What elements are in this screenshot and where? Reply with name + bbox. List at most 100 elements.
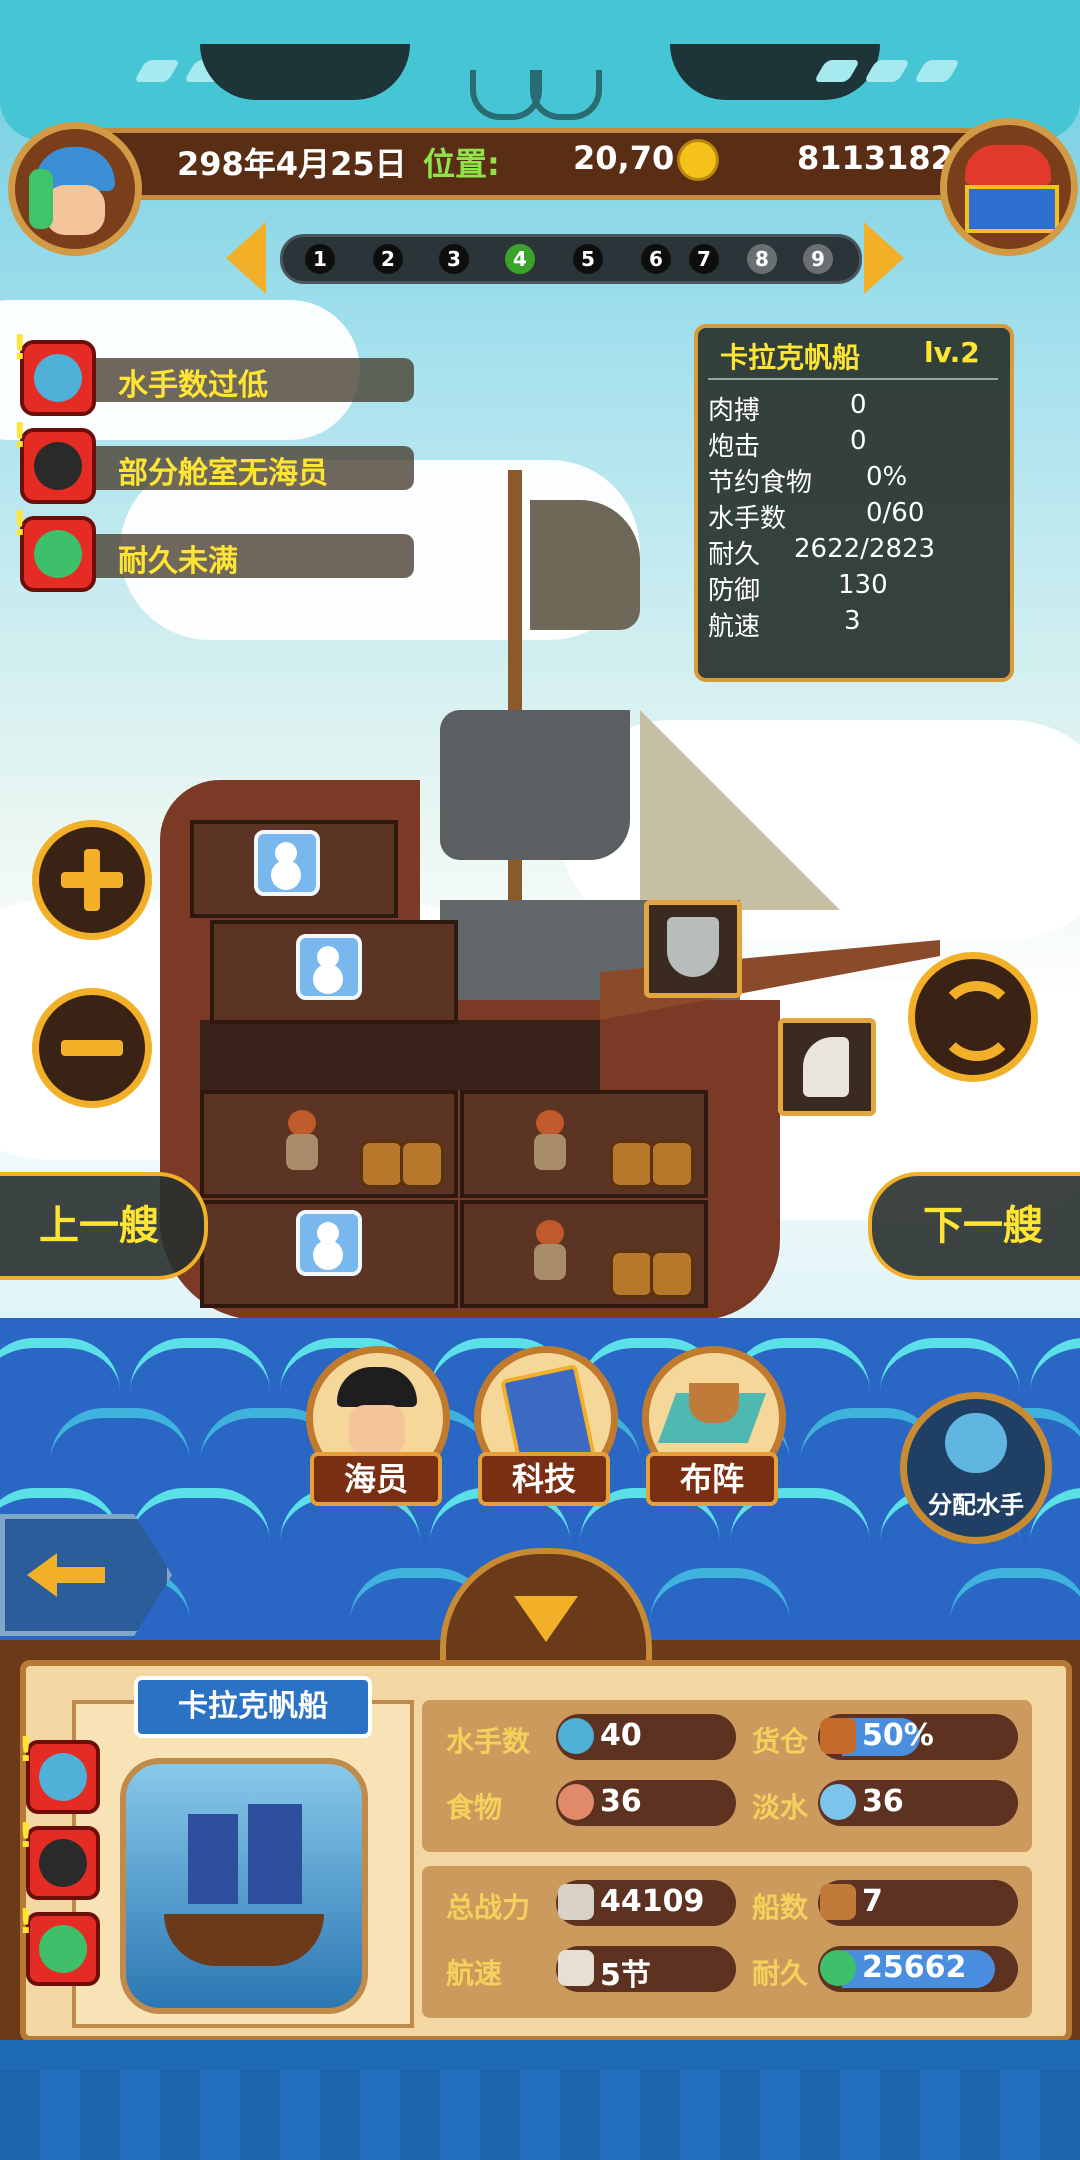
next-ship-button[interactable]: 下一艘 <box>868 1172 1080 1280</box>
power-value: 44109 <box>600 1884 705 1919</box>
sail <box>640 710 840 910</box>
exclamation-icon: ! <box>12 416 28 456</box>
exclamation-icon: ! <box>18 1902 34 1942</box>
speed-label: 航速 <box>446 1957 503 1990</box>
prev-ship-button[interactable]: 上一艘 <box>0 1172 208 1280</box>
status-bar: 298年4月25日 位置: 20,70 8113182 <box>60 128 1000 200</box>
pirate-captain-icon <box>39 1839 87 1887</box>
formation-menu-label[interactable]: 布阵 <box>646 1452 778 1506</box>
zoom-out-button[interactable] <box>32 988 152 1108</box>
ship-portrait <box>120 1758 368 2014</box>
zoom-in-button[interactable] <box>32 820 152 940</box>
pirate-hat-icon <box>337 1367 417 1407</box>
empty-crew-slot-icon[interactable] <box>296 1210 362 1276</box>
figurehead-upgrade-button[interactable] <box>778 1018 876 1116</box>
info-label: 炮击 <box>708 432 761 462</box>
durability-label: 耐久 <box>752 1957 809 1990</box>
fleet-panel-inner: 卡拉克帆船 水手数 40 货仓 50% 食物 36 淡水 36 总战力 4410… <box>20 1660 1072 2042</box>
crossed-swords-icon <box>558 1884 594 1920</box>
info-value: 0 <box>850 426 867 456</box>
sail <box>440 710 630 860</box>
speed-value: 5节 <box>600 1958 651 1993</box>
sailor-icon <box>39 1753 87 1801</box>
position-value: 20,70 <box>573 139 675 177</box>
sail <box>530 500 640 630</box>
ship-info-level: lv.2 <box>924 336 980 369</box>
prev-page-arrow[interactable] <box>226 222 266 294</box>
page-dot-1[interactable]: 1 <box>305 244 335 274</box>
minus-icon <box>61 1040 123 1056</box>
ships-value: 7 <box>862 1884 883 1919</box>
crew-member[interactable] <box>282 1110 322 1174</box>
ship-repair-icon <box>820 1950 856 1986</box>
side-warning-durability[interactable]: ! <box>18 1902 100 1986</box>
crew-member[interactable] <box>530 1110 570 1174</box>
exclamation-icon: ! <box>18 1730 34 1770</box>
shield-upgrade-button[interactable] <box>644 900 742 998</box>
plus-icon <box>84 849 100 911</box>
gold-coin-icon <box>677 139 719 181</box>
page-dot-9[interactable]: 9 <box>803 244 833 274</box>
sailor-icon <box>558 1718 594 1754</box>
side-warning-cabins[interactable]: ! <box>18 1816 100 1900</box>
durability-value: 25662 <box>862 1950 967 1985</box>
exclamation-icon: ! <box>18 1816 34 1856</box>
info-label: 肉搏 <box>708 396 761 426</box>
page-dot-6[interactable]: 6 <box>641 244 671 274</box>
rotate-button[interactable] <box>908 952 1038 1082</box>
water-value: 36 <box>862 1784 904 1819</box>
side-warning-sailors[interactable]: ! <box>18 1730 100 1814</box>
sailor-icon <box>945 1413 1007 1473</box>
page-dot-8[interactable]: 8 <box>747 244 777 274</box>
crew-menu-label[interactable]: 海员 <box>310 1452 442 1506</box>
back-arrow-icon <box>27 1553 57 1597</box>
water-label: 淡水 <box>752 1791 809 1824</box>
ship-icon <box>689 1383 739 1423</box>
next-page-arrow[interactable] <box>864 222 904 294</box>
page-dot-5[interactable]: 5 <box>573 244 603 274</box>
unicorn-icon <box>803 1037 849 1097</box>
page-dot-7[interactable]: 7 <box>689 244 719 274</box>
top-banner <box>0 0 1080 140</box>
warning-low-sailors[interactable]: 水手数过低 ! <box>12 328 414 418</box>
assign-sailors-button[interactable]: 分配水手 <box>900 1392 1052 1544</box>
sailor-icon <box>34 354 82 402</box>
cargo-label: 货仓 <box>752 1725 809 1758</box>
chevron-down-icon <box>514 1596 578 1642</box>
food-label: 食物 <box>446 1791 503 1824</box>
power-label: 总战力 <box>446 1891 531 1924</box>
crate-icon <box>820 1718 856 1754</box>
bottom-sea <box>0 2040 1080 2160</box>
fleet-stats: 总战力 44109 船数 7 航速 5节 耐久 25662 <box>422 1866 1032 2018</box>
treasure-chest-icon <box>965 145 1051 185</box>
sailors-value: 40 <box>600 1718 642 1753</box>
crew-member[interactable] <box>530 1220 570 1284</box>
page-dot-2[interactable]: 2 <box>373 244 403 274</box>
empty-crew-slot-icon[interactable] <box>296 934 362 1000</box>
assign-sailors-label: 分配水手 <box>928 1491 1024 1519</box>
ship-info-name: 卡拉克帆船 <box>720 341 861 374</box>
page-selector: 1 2 3 4 5 6 7 8 9 <box>280 234 862 284</box>
exclamation-icon: ! <box>12 328 28 368</box>
warning-text: 水手数过低 <box>118 368 268 403</box>
position-label: 位置: <box>423 145 500 183</box>
refresh-icon <box>937 981 1017 1061</box>
meat-icon <box>558 1784 594 1820</box>
page-dot-3[interactable]: 3 <box>439 244 469 274</box>
treasure-chest-button[interactable] <box>940 118 1078 256</box>
player-avatar[interactable] <box>8 122 142 256</box>
cannon-deck <box>200 1020 600 1090</box>
galleon-icon <box>164 1914 324 1966</box>
page-dot-4-active[interactable]: 4 <box>505 244 535 274</box>
water-jug-icon <box>820 1784 856 1820</box>
info-value: 0 <box>850 390 867 420</box>
supplies-stats: 水手数 40 货仓 50% 食物 36 淡水 36 <box>422 1700 1032 1852</box>
ship-card[interactable] <box>72 1700 414 2028</box>
gold-amount: 8113182 <box>797 139 953 177</box>
tech-menu-label[interactable]: 科技 <box>478 1452 610 1506</box>
sailors-label: 水手数 <box>446 1725 531 1758</box>
ship-repair-icon <box>39 1925 87 1973</box>
empty-crew-slot-icon[interactable] <box>254 830 320 896</box>
cargo-value: 50% <box>862 1718 934 1753</box>
food-value: 36 <box>600 1784 642 1819</box>
